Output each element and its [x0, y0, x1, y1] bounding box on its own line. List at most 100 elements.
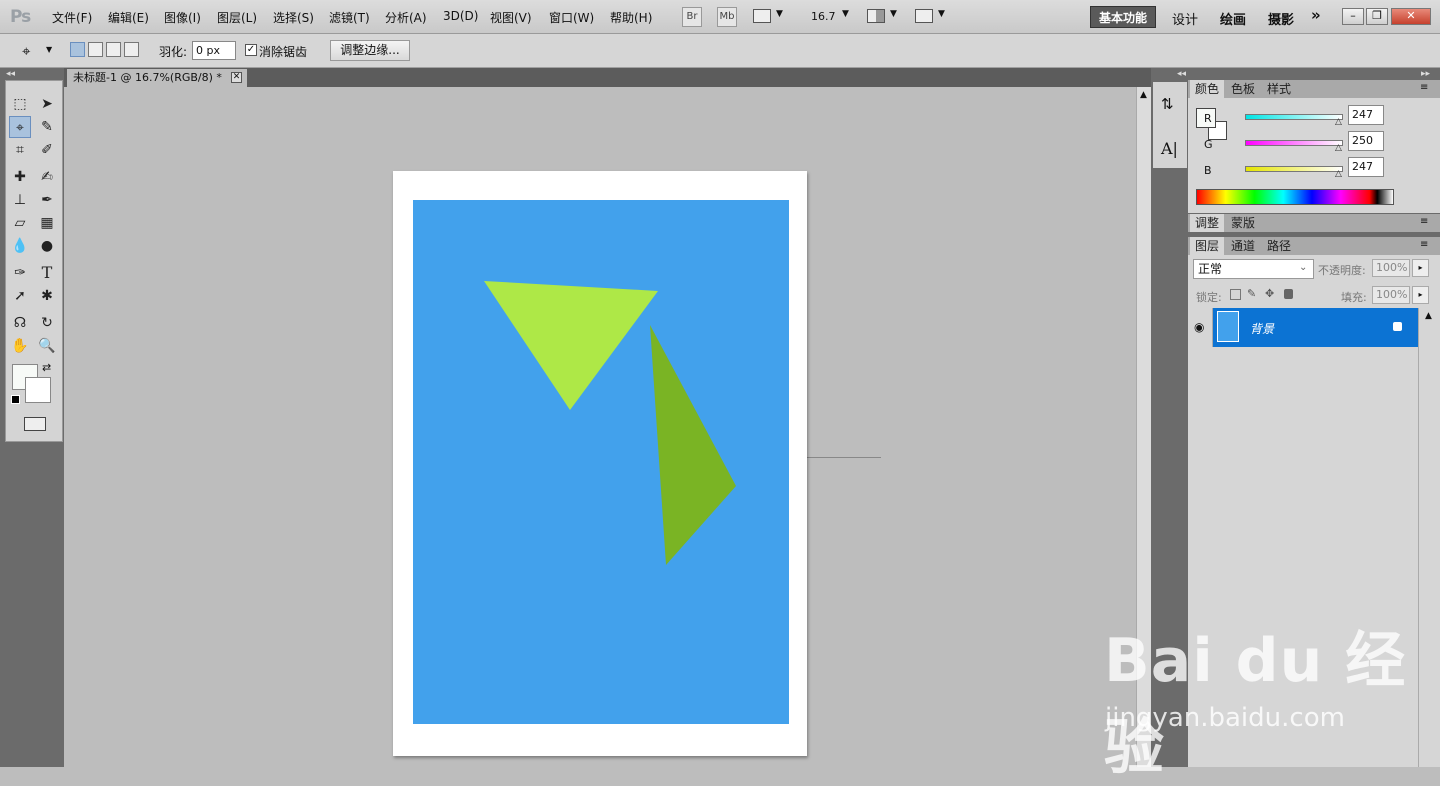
lock-transparent-icon[interactable]: [1230, 289, 1241, 300]
color-spectrum[interactable]: [1196, 189, 1394, 205]
restore-button[interactable]: ❐: [1366, 8, 1388, 25]
quick-mask-icon[interactable]: [24, 417, 46, 431]
tab-adjustments[interactable]: 调整: [1190, 214, 1225, 232]
3d-orbit-tool-icon[interactable]: ↻: [36, 312, 58, 334]
minimize-button[interactable]: –: [1342, 8, 1364, 25]
workspace-essentials[interactable]: 基本功能: [1090, 6, 1156, 28]
feather-input[interactable]: 0 px: [192, 41, 236, 60]
refine-edge-button[interactable]: 调整边缘...: [330, 40, 410, 61]
menu-file[interactable]: 文件(F): [52, 9, 92, 26]
layer-row[interactable]: [1213, 308, 1418, 347]
lock-pixels-icon[interactable]: ✎: [1247, 287, 1256, 300]
screen-mode-icon[interactable]: [915, 9, 933, 23]
view-extras-icon[interactable]: [753, 9, 771, 23]
swap-colors-icon[interactable]: ⇄: [42, 361, 51, 374]
blend-mode-select[interactable]: 正常: [1193, 259, 1314, 279]
healing-tool-icon[interactable]: ✚: [9, 166, 31, 188]
history-brush-icon[interactable]: ✒: [36, 189, 58, 211]
scroll-up-icon[interactable]: ▲: [1425, 311, 1432, 321]
lock-all-icon[interactable]: [1284, 289, 1293, 299]
menu-filter[interactable]: 滤镜(T): [329, 9, 370, 26]
document-tab[interactable]: 未标题-1 @ 16.7%(RGB/8) *: [67, 69, 247, 87]
channel-b-slider[interactable]: [1245, 166, 1343, 172]
panel-menu-icon[interactable]: ≡: [1420, 239, 1428, 250]
path-select-tool-icon[interactable]: ➚: [9, 285, 31, 307]
close-tab-icon[interactable]: ✕: [231, 72, 242, 83]
eye-icon[interactable]: ◉: [1194, 320, 1204, 334]
gradient-tool-icon[interactable]: ▦: [36, 212, 58, 234]
tab-layers[interactable]: 图层: [1190, 237, 1225, 255]
fill-input[interactable]: 100%: [1372, 286, 1410, 304]
fill-arrow-icon[interactable]: ▸: [1412, 286, 1429, 304]
character-panel-icon[interactable]: A|: [1161, 139, 1178, 158]
intersect-selection-icon[interactable]: [124, 42, 139, 57]
menu-image[interactable]: 图像(I): [164, 9, 201, 26]
eyedropper-tool-icon[interactable]: ✐: [36, 139, 58, 161]
polygonal-lasso-icon[interactable]: ⌖: [22, 42, 30, 60]
channel-g-slider[interactable]: [1245, 140, 1343, 146]
menu-window[interactable]: 窗口(W): [549, 9, 594, 26]
antialias-checkbox[interactable]: ✓: [245, 44, 257, 56]
slider-thumb-icon[interactable]: △: [1335, 169, 1342, 179]
new-selection-icon[interactable]: [70, 42, 85, 57]
background-color-swatch[interactable]: [25, 377, 51, 403]
3d-rotate-tool-icon[interactable]: ☊: [9, 312, 31, 334]
layer-name[interactable]: 背景: [1250, 320, 1274, 337]
tab-channels[interactable]: 通道: [1226, 237, 1260, 255]
pen-tool-icon[interactable]: ✑: [9, 262, 31, 284]
close-button[interactable]: ✕: [1391, 8, 1431, 25]
default-colors-icon[interactable]: [11, 395, 20, 404]
workspace-painting[interactable]: 绘画: [1220, 9, 1246, 28]
menu-view[interactable]: 视图(V): [490, 9, 532, 26]
channel-r-input[interactable]: 247: [1348, 105, 1384, 125]
slider-thumb-icon[interactable]: △: [1335, 143, 1342, 153]
tab-masks[interactable]: 蒙版: [1226, 214, 1260, 232]
tab-color[interactable]: 颜色: [1190, 80, 1225, 98]
tab-paths[interactable]: 路径: [1262, 237, 1296, 255]
minibridge-button[interactable]: Mb: [717, 7, 737, 27]
blur-tool-icon[interactable]: 💧: [9, 235, 31, 257]
chevron-down-icon[interactable]: ▼: [938, 9, 945, 19]
chevron-down-icon[interactable]: ▼: [842, 9, 849, 19]
menu-layer[interactable]: 图层(L): [217, 9, 257, 26]
panel-menu-icon[interactable]: ≡: [1420, 216, 1428, 227]
menu-select[interactable]: 选择(S): [273, 9, 314, 26]
chevron-down-icon[interactable]: ▼: [890, 9, 897, 19]
scroll-up-icon[interactable]: ▲: [1140, 90, 1147, 100]
tab-styles[interactable]: 样式: [1262, 80, 1296, 98]
brush-tool-icon[interactable]: ✍: [36, 166, 58, 188]
menu-help[interactable]: 帮助(H): [610, 9, 652, 26]
menu-edit[interactable]: 编辑(E): [108, 9, 149, 26]
panel-menu-icon[interactable]: ≡: [1420, 82, 1428, 93]
move-tool-icon[interactable]: ➤: [36, 93, 58, 115]
layer-thumbnail[interactable]: [1217, 311, 1239, 342]
lock-position-icon[interactable]: ✥: [1265, 287, 1274, 300]
workspace-design[interactable]: 设计: [1172, 9, 1198, 28]
channel-g-input[interactable]: 250: [1348, 131, 1384, 151]
crop-tool-icon[interactable]: ⌗: [9, 139, 31, 161]
menu-analysis[interactable]: 分析(A): [385, 9, 427, 26]
zoom-level[interactable]: 16.7: [811, 10, 836, 23]
canvas-shapes[interactable]: [413, 200, 789, 724]
eraser-tool-icon[interactable]: ▱: [9, 212, 31, 234]
history-panel-icon[interactable]: ⇅: [1161, 95, 1174, 113]
marquee-tool-icon[interactable]: ⬚: [9, 93, 31, 115]
chevron-down-icon[interactable]: ⌄: [1299, 262, 1307, 273]
collapse-icon[interactable]: ◂◂: [6, 69, 15, 79]
workspace-more-icon[interactable]: »: [1311, 6, 1321, 24]
zoom-tool-icon[interactable]: 🔍: [36, 335, 58, 357]
chevron-down-icon[interactable]: ▼: [46, 45, 52, 54]
channel-b-input[interactable]: 247: [1348, 157, 1384, 177]
type-tool-icon[interactable]: T: [36, 262, 58, 284]
slider-thumb-icon[interactable]: △: [1335, 117, 1342, 127]
opacity-arrow-icon[interactable]: ▸: [1412, 259, 1429, 277]
channel-r-slider[interactable]: [1245, 114, 1343, 120]
arrange-documents-icon[interactable]: [867, 9, 885, 23]
collapse-icon[interactable]: ◂◂: [1177, 69, 1186, 79]
quick-select-tool-icon[interactable]: ✎: [36, 116, 58, 138]
shape-tool-icon[interactable]: ✱: [36, 285, 58, 307]
expand-icon[interactable]: ▸▸: [1421, 69, 1430, 79]
dodge-tool-icon[interactable]: ●: [36, 235, 58, 257]
hand-tool-icon[interactable]: ✋: [9, 335, 31, 357]
subtract-selection-icon[interactable]: [106, 42, 121, 57]
